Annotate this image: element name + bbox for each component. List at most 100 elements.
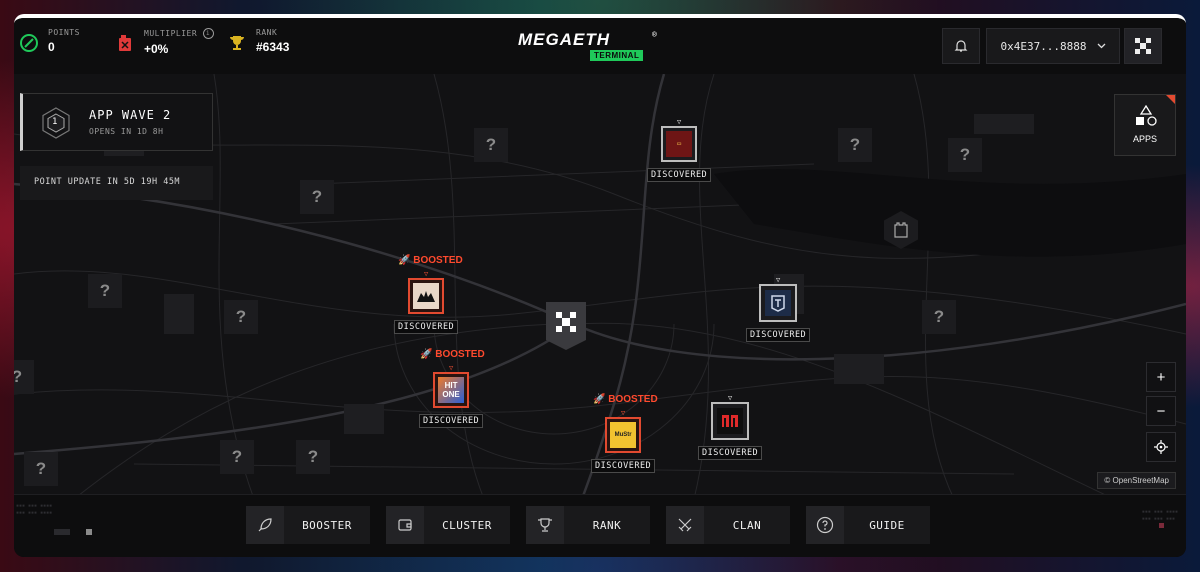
registered-mark: ® [652, 30, 657, 39]
multiplier-value: +0% [144, 42, 169, 56]
discovered-app-pin[interactable]: ▽ MuStr DISCOVERED [591, 409, 656, 473]
unknown-app-marker[interactable]: ? [474, 128, 508, 162]
bottom-nav: ▪▪▪ ▪▪▪ ▪▪▪▪ ▪▪▪ ▪▪▪ ▪▪▪▪ ▪▪▪ ▪▪▪ ▪▪▪▪ ▪▪▪… [14, 494, 1186, 557]
castle-marker-icon[interactable] [882, 210, 920, 250]
locate-button[interactable] [1146, 432, 1176, 462]
pin-pointer-icon: ▽ [676, 118, 682, 126]
decorative-block [1159, 523, 1164, 528]
boosted-tag: 🚀 BOOSTED [420, 349, 485, 360]
unknown-app-marker[interactable]: ? [300, 180, 334, 214]
boosted-tag: 🚀 BOOSTED [398, 255, 463, 266]
nav-rank-button[interactable]: RANK [526, 506, 650, 544]
swords-icon [678, 518, 692, 532]
rocket-icon [258, 518, 272, 532]
boosted-tag: 🚀 BOOSTED [593, 394, 658, 405]
avatar-glyph-icon [1135, 38, 1151, 54]
nav-cluster-label: CLUSTER [442, 518, 492, 532]
apps-shapes-icon [1136, 105, 1157, 126]
pin-status-label: DISCOVERED [698, 446, 763, 460]
pin-pointer-icon: ▽ [727, 394, 733, 402]
points-label: POINTS [48, 28, 80, 37]
logo-text: MEGAETH [518, 30, 610, 49]
app-logo-icon: ▭ [666, 131, 693, 157]
app-logo-icon [717, 408, 744, 434]
unknown-app-marker[interactable]: ? [14, 360, 34, 394]
top-bar: POINTS 0 MULTIPLIER i +0% RANK #6343 MEG… [14, 18, 1186, 75]
apps-label: APPS [1132, 134, 1157, 144]
info-icon[interactable]: i [202, 28, 214, 39]
apps-button[interactable]: APPS [1114, 94, 1176, 156]
app-logo-icon [413, 283, 440, 309]
nav-cluster-button[interactable]: CLUSTER [386, 506, 510, 544]
fuel-can-icon [119, 35, 131, 51]
discovered-app-pin[interactable]: ▽ DISCOVERED [698, 394, 763, 460]
unknown-app-marker[interactable]: ? [224, 300, 258, 334]
decorative-block [86, 529, 92, 535]
rank-stat: RANK #6343 [228, 28, 289, 54]
unknown-app-marker[interactable]: ? [24, 452, 58, 486]
app-logo-icon [765, 290, 792, 316]
unknown-app-marker[interactable]: ? [220, 440, 254, 474]
multiplier-stat: MULTIPLIER i +0% [116, 28, 214, 56]
pin-pointer-icon: ▽ [775, 276, 781, 284]
nav-guide-label: GUIDE [869, 518, 905, 532]
wallet-address: 0x4E37...8888 [1000, 39, 1087, 53]
unknown-app-marker[interactable]: ? [922, 300, 956, 334]
rank-label: RANK [256, 28, 278, 37]
wallet-button[interactable]: 0x4E37...8888 [986, 28, 1120, 64]
unknown-app-marker[interactable]: ? [948, 138, 982, 172]
multiplier-label: MULTIPLIER i [144, 28, 214, 39]
point-update-banner: POINT UPDATE IN 5D 19H 45M [20, 166, 213, 200]
pin-status-label: DISCOVERED [419, 414, 484, 428]
megaeth-logo: MEGAETH TERMINAL ® [518, 30, 660, 70]
map-view[interactable]: 1 APP WAVE 2 OPENS IN 1D 8H POINT UPDATE… [14, 74, 1186, 499]
discovered-app-pin[interactable]: ▽ DISCOVERED [394, 270, 459, 334]
trophy-icon [230, 36, 244, 50]
crosshair-icon [1154, 440, 1168, 454]
unknown-app-marker[interactable]: ? [838, 128, 872, 162]
decorative-code-text: ▪▪▪ ▪▪▪ ▪▪▪▪ ▪▪▪ ▪▪▪ ▪▪▪▪ [16, 503, 53, 516]
wave-subtitle: OPENS IN 1D 8H [89, 127, 164, 136]
nav-guide-button[interactable]: GUIDE [806, 506, 930, 544]
nav-clan-button[interactable]: CLAN [666, 506, 790, 544]
points-icon [20, 34, 38, 52]
app-logo-icon: MuStr [610, 422, 637, 448]
megaeth-hq-marker-icon[interactable] [544, 300, 588, 352]
nav-rank-label: RANK [592, 518, 622, 532]
point-update-text: POINT UPDATE IN 5D 19H 45M [34, 177, 181, 187]
discovered-app-pin[interactable]: ▽ HIT ONE DISCOVERED [419, 364, 484, 428]
zoom-out-button[interactable]: − [1146, 396, 1176, 426]
discovered-app-pin[interactable]: ▽ ▭ DISCOVERED [647, 118, 712, 182]
unknown-app-marker[interactable]: ? [88, 274, 122, 308]
pin-pointer-icon: ▽ [423, 270, 429, 278]
chevron-down-icon [1097, 43, 1106, 49]
unknown-app-marker[interactable]: ? [296, 440, 330, 474]
zoom-in-button[interactable]: + [1146, 362, 1176, 392]
pin-status-label: DISCOVERED [394, 320, 459, 334]
discovered-app-pin[interactable]: ▽ DISCOVERED [746, 276, 811, 342]
decorative-code-text: ▪▪▪ ▪▪▪ ▪▪▪▪ ▪▪▪ ▪▪▪ ▪▪▪ [1141, 509, 1178, 522]
trophy-icon [538, 518, 552, 532]
nav-booster-label: BOOSTER [302, 518, 352, 532]
wallet-icon [398, 519, 412, 531]
wave-badge-number: 1 [52, 117, 58, 127]
notifications-button[interactable] [942, 28, 980, 64]
app-window: POINTS 0 MULTIPLIER i +0% RANK #6343 MEG… [14, 14, 1186, 557]
question-icon [816, 516, 834, 534]
avatar[interactable] [1124, 28, 1162, 64]
app-wave-panel[interactable]: 1 APP WAVE 2 OPENS IN 1D 8H [20, 93, 213, 151]
wave-title: APP WAVE 2 [89, 108, 172, 122]
points-stat: POINTS 0 [20, 28, 80, 54]
points-value: 0 [48, 40, 55, 54]
pin-status-label: DISCOVERED [647, 168, 712, 182]
decorative-block [54, 529, 70, 535]
openstreetmap-attribution[interactable]: © OpenStreetMap [1097, 472, 1176, 489]
pin-pointer-icon: ▽ [448, 364, 454, 372]
pin-pointer-icon: ▽ [620, 409, 626, 417]
bell-icon [954, 40, 968, 52]
nav-booster-button[interactable]: BOOSTER [246, 506, 370, 544]
logo-subtext: TERMINAL [590, 50, 644, 61]
rank-value: #6343 [256, 40, 290, 54]
new-indicator-icon [1166, 95, 1175, 104]
app-logo-icon: HIT ONE [438, 377, 465, 403]
